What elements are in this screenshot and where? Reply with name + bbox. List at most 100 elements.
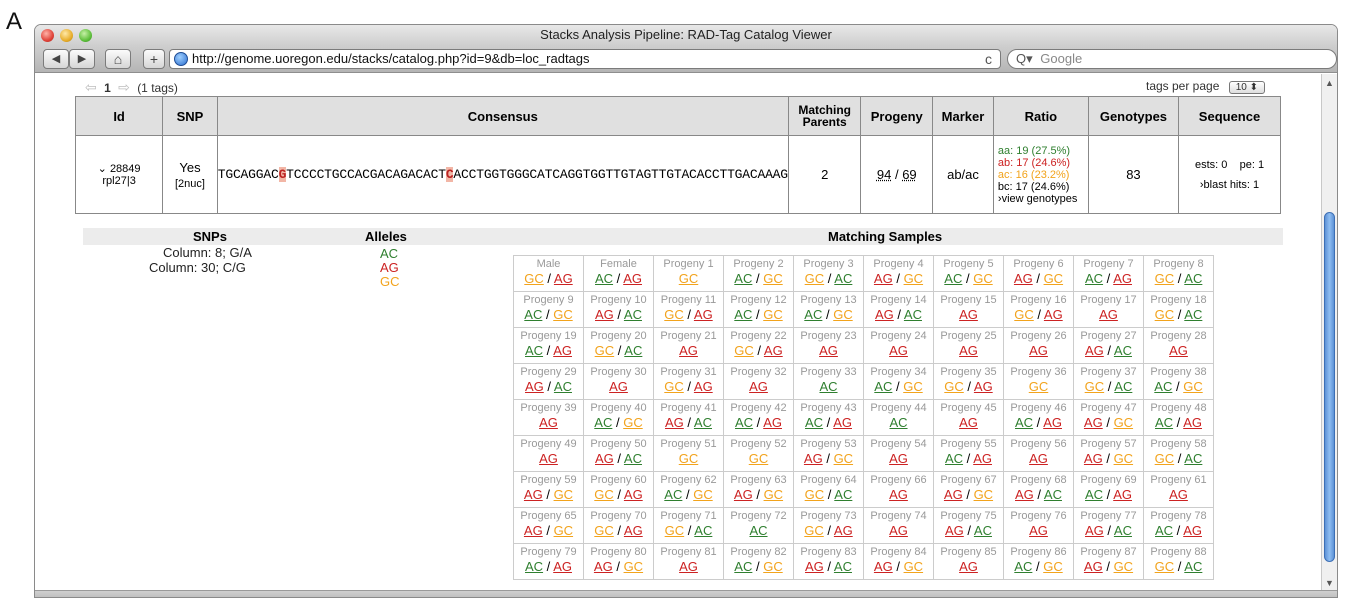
allele-link[interactable]: AG: [539, 451, 558, 466]
allele-link[interactable]: AG: [1084, 559, 1103, 574]
allele-link[interactable]: GC: [734, 343, 754, 358]
allele-link[interactable]: GC: [763, 307, 783, 322]
allele-link[interactable]: GC: [1114, 559, 1134, 574]
allele-link[interactable]: AG: [819, 343, 838, 358]
allele-link[interactable]: AC: [1154, 379, 1172, 394]
allele-link[interactable]: AG: [1169, 487, 1188, 502]
allele-link[interactable]: AG: [764, 343, 783, 358]
allele-link[interactable]: AC: [874, 379, 892, 394]
allele-link[interactable]: GC: [554, 487, 574, 502]
allele-link[interactable]: GC: [1114, 451, 1134, 466]
allele-link[interactable]: AG: [553, 343, 572, 358]
allele-link[interactable]: GC: [903, 379, 923, 394]
allele-link[interactable]: AG: [553, 559, 572, 574]
prev-page-icon[interactable]: ⇦: [85, 79, 97, 95]
allele-link[interactable]: GC: [764, 487, 784, 502]
search-field[interactable]: Q▾ Google: [1007, 49, 1337, 69]
allele-link[interactable]: AC: [525, 343, 543, 358]
allele-link[interactable]: AC: [525, 559, 543, 574]
allele-link[interactable]: AG: [525, 379, 544, 394]
allele-link[interactable]: AG: [889, 451, 908, 466]
allele-link[interactable]: AG: [1099, 307, 1118, 322]
scrollbar-thumb[interactable]: [1324, 212, 1335, 562]
allele-link[interactable]: GC: [524, 271, 544, 286]
home-button[interactable]: ⌂: [105, 49, 131, 69]
allele-link[interactable]: AG: [1015, 487, 1034, 502]
allele-link[interactable]: AC: [974, 523, 992, 538]
close-window-button[interactable]: [41, 29, 54, 42]
allele-link[interactable]: AC: [944, 271, 962, 286]
allele-link[interactable]: AC: [1184, 559, 1202, 574]
allele-link[interactable]: AC: [734, 307, 752, 322]
allele-link[interactable]: AG: [1014, 271, 1033, 286]
allele-link[interactable]: AG: [679, 559, 698, 574]
allele-link[interactable]: AG: [1169, 343, 1188, 358]
allele-link[interactable]: AG: [763, 415, 782, 430]
allele-link[interactable]: AC: [595, 271, 613, 286]
allele-link[interactable]: GC: [664, 307, 684, 322]
allele-link[interactable]: AC: [1015, 415, 1033, 430]
allele-link[interactable]: AG: [1085, 343, 1104, 358]
allele-link[interactable]: GC: [1155, 451, 1175, 466]
allele-link[interactable]: GC: [553, 307, 573, 322]
allele-link[interactable]: AC: [734, 271, 752, 286]
allele-link[interactable]: AG: [834, 523, 853, 538]
allele-link[interactable]: GC: [1155, 271, 1175, 286]
allele-link[interactable]: AC: [694, 523, 712, 538]
allele-link[interactable]: AC: [1155, 415, 1173, 430]
allele-link[interactable]: AG: [1183, 523, 1202, 538]
allele-link[interactable]: GC: [763, 271, 783, 286]
back-button[interactable]: ◀: [43, 49, 69, 69]
allele-link[interactable]: GC: [1043, 559, 1063, 574]
allele-link[interactable]: AG: [959, 415, 978, 430]
allele-link[interactable]: AG: [609, 379, 628, 394]
allele-link[interactable]: AG: [1183, 415, 1202, 430]
allele-link[interactable]: GC: [595, 343, 615, 358]
allele-link[interactable]: AC: [1184, 451, 1202, 466]
allele-link[interactable]: GC: [904, 559, 924, 574]
allele-link[interactable]: AC: [624, 343, 642, 358]
allele-link[interactable]: AG: [749, 379, 768, 394]
allele-link[interactable]: GC: [904, 271, 924, 286]
allele-link[interactable]: AG: [694, 307, 713, 322]
allele-link[interactable]: AC: [734, 559, 752, 574]
blast-hits-link[interactable]: ›blast hits: 1: [1200, 179, 1259, 191]
allele-link[interactable]: AG: [594, 559, 613, 574]
reload-icon[interactable]: c: [985, 50, 992, 68]
tags-per-page-select[interactable]: 10 ⬍: [1228, 81, 1265, 94]
allele-link[interactable]: AG: [1085, 523, 1104, 538]
allele-link[interactable]: GC: [944, 379, 964, 394]
allele-link[interactable]: GC: [1183, 379, 1203, 394]
allele-link[interactable]: AC: [819, 379, 837, 394]
allele-link[interactable]: AG: [959, 343, 978, 358]
allele-link[interactable]: GC: [1155, 559, 1175, 574]
allele-link[interactable]: AG: [1084, 451, 1103, 466]
allele-link[interactable]: AG: [889, 343, 908, 358]
allele-link[interactable]: GC: [679, 451, 699, 466]
allele-link[interactable]: GC: [1114, 415, 1134, 430]
allele-link[interactable]: AG: [694, 379, 713, 394]
allele-link[interactable]: AC: [1184, 271, 1202, 286]
allele-link[interactable]: AG: [623, 271, 642, 286]
expand-toggle-icon[interactable]: ⌄: [98, 163, 107, 175]
allele-link[interactable]: AC: [834, 559, 852, 574]
allele-link[interactable]: AC: [1114, 343, 1132, 358]
allele-link[interactable]: AC: [624, 307, 642, 322]
allele-link[interactable]: AG: [874, 271, 893, 286]
allele-link[interactable]: AG: [734, 487, 753, 502]
allele-link[interactable]: AG: [944, 487, 963, 502]
allele-link[interactable]: GC: [693, 487, 713, 502]
allele-link[interactable]: AG: [874, 559, 893, 574]
allele-link[interactable]: AC: [834, 487, 852, 502]
progeny-b[interactable]: 69: [902, 167, 916, 182]
allele-link[interactable]: GC: [833, 307, 853, 322]
allele-link[interactable]: AG: [554, 271, 573, 286]
allele-link[interactable]: AC: [904, 307, 922, 322]
allele-link[interactable]: AC: [805, 415, 823, 430]
allele-link[interactable]: AC: [1114, 523, 1132, 538]
allele-link[interactable]: GC: [1044, 271, 1064, 286]
allele-link[interactable]: AG: [889, 487, 908, 502]
allele-link[interactable]: AG: [624, 487, 643, 502]
allele-link[interactable]: AG: [945, 523, 964, 538]
allele-link[interactable]: AG: [1043, 415, 1062, 430]
